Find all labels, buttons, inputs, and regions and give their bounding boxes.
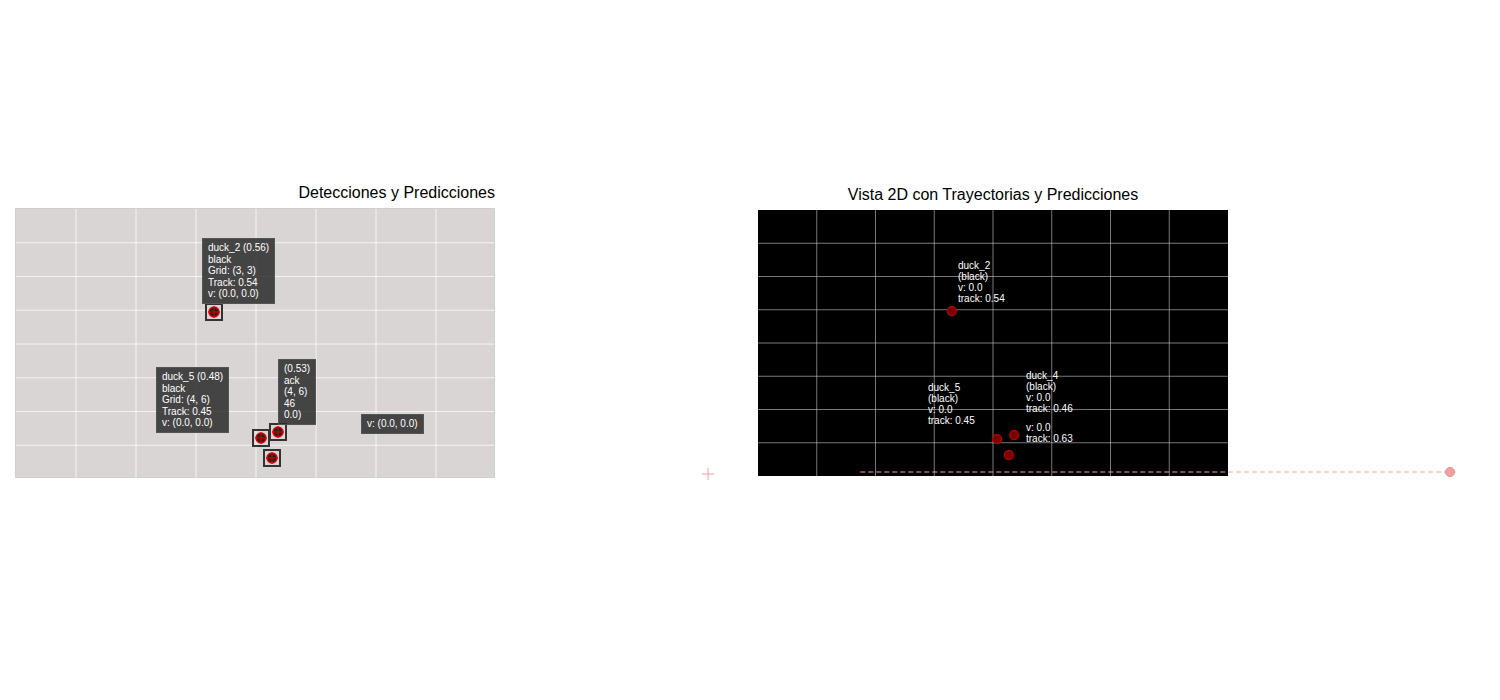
subplot-title: Vista 2D con Trayectorias y Predicciones [758, 185, 1228, 205]
figure: Detecciones y Predicciones duck_2 (0.56)b… [0, 0, 1500, 700]
detection-marker-icon [261, 447, 283, 469]
detection-label: v: (0.0, 0.0) [361, 414, 424, 434]
detections-subplot: Detecciones y Predicciones duck_2 (0.56)b… [15, 183, 495, 478]
detection-marker-icon [250, 427, 272, 449]
point-label: duck_4(black)v: 0.0track: 0.46 [1026, 370, 1073, 414]
point-label: duck_2(black)v: 0.0track: 0.54 [958, 260, 1005, 304]
detection-label: duck_2 (0.56)blackGrid: (3, 3)Track: 0.5… [202, 238, 275, 304]
video-frame: duck_2 (0.56)blackGrid: (3, 3)Track: 0.5… [15, 208, 495, 478]
point-label: v: 0.0track: 0.63 [1026, 422, 1073, 444]
topdown-view: duck_2(black)v: 0.0track: 0.54 duck_5(bla… [758, 210, 1228, 476]
detection-label: (0.53)ack(4, 6)460.0) [278, 359, 316, 425]
point-label: duck_5(black)v: 0.0track: 0.45 [928, 382, 975, 426]
detection-label: duck_5 (0.48)blackGrid: (4, 6)Track: 0.4… [156, 367, 229, 433]
topdown-subplot: Vista 2D con Trayectorias y Predicciones… [758, 185, 1228, 476]
prediction-trajectory [758, 210, 1228, 476]
subplot-title: Detecciones y Predicciones [15, 183, 495, 203]
detection-marker-icon [203, 301, 225, 323]
